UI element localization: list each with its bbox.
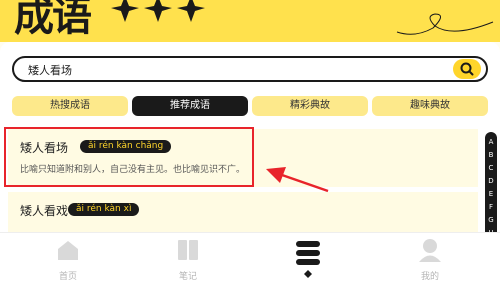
- nav-label-profile: 我的: [420, 272, 439, 282]
- alphabet-letter[interactable]: A: [485, 138, 497, 146]
- alphabet-letter[interactable]: B: [485, 151, 497, 159]
- tab-recommended-idioms[interactable]: 推荐成语: [132, 96, 248, 116]
- nav-label-notes: 笔记: [178, 272, 197, 282]
- tab-classic-stories[interactable]: 精彩典故: [252, 96, 368, 116]
- search-bar[interactable]: 矮人看场: [12, 56, 488, 82]
- red-arrow-icon: [266, 167, 329, 193]
- alphabet-index-bar[interactable]: A B C D E F G H: [485, 132, 497, 242]
- tab-hot-idioms[interactable]: 热搜成语: [12, 96, 128, 116]
- stars-decoration-icon: [111, 0, 205, 22]
- alphabet-letter[interactable]: D: [485, 177, 497, 185]
- search-icon: [460, 62, 474, 76]
- idiom-pinyin-badge: ǎi rén kàn xì: [68, 203, 140, 216]
- home-icon: [58, 241, 78, 260]
- curl-decoration-icon: [396, 13, 494, 35]
- highlight-box: [4, 127, 254, 187]
- nav-item-idioms[interactable]: [258, 233, 358, 282]
- idiom-list-item[interactable]: 矮人看戏 ǎi rén kàn xì: [8, 192, 478, 232]
- idiom-title: 矮人看戏: [20, 204, 69, 218]
- alphabet-letter[interactable]: C: [485, 164, 497, 172]
- tab-fun-stories[interactable]: 趣味典故: [372, 96, 488, 116]
- nav-item-profile[interactable]: 我的: [380, 233, 480, 282]
- alphabet-letter[interactable]: E: [485, 190, 497, 198]
- alphabet-letter[interactable]: G: [485, 216, 497, 224]
- stack-icon: [296, 241, 320, 278]
- nav-label-home: 首页: [58, 272, 77, 282]
- book-icon: [178, 240, 198, 260]
- search-button[interactable]: [453, 59, 481, 79]
- app-header: 成语: [0, 0, 500, 42]
- profile-icon: [419, 239, 441, 262]
- nav-item-notes[interactable]: 笔记: [138, 233, 238, 282]
- bottom-navigation: 首页 笔记 我的: [0, 232, 500, 282]
- app-logo-text: 成语: [14, 0, 92, 40]
- search-input[interactable]: 矮人看场: [28, 62, 72, 78]
- alphabet-letter[interactable]: F: [485, 203, 497, 211]
- nav-item-home[interactable]: 首页: [18, 233, 118, 282]
